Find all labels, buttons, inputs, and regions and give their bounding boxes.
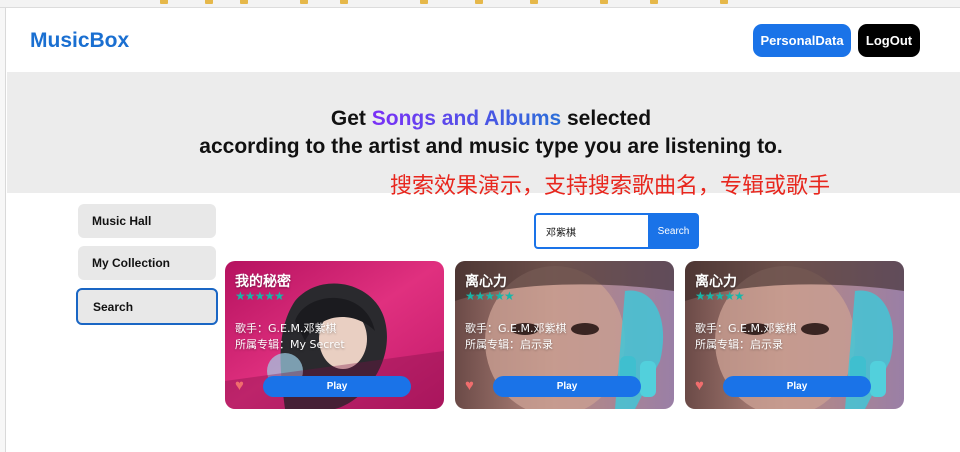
singer-label: 歌手：G.E.M.邓紫棋 [465, 322, 567, 335]
search-button[interactable]: Search [648, 215, 697, 247]
heart-icon[interactable]: ♥ [695, 378, 704, 393]
brand-logo[interactable]: MusicBox [30, 29, 129, 53]
logout-button[interactable]: LogOut [858, 24, 920, 57]
play-button[interactable]: Play [493, 376, 641, 397]
singer-label: 歌手：G.E.M.邓紫棋 [695, 322, 797, 335]
search-input[interactable] [536, 215, 648, 247]
search-bar: Search [534, 213, 699, 249]
browser-bookmarks-bar [0, 0, 960, 8]
song-card[interactable]: 离心力 ★★★★★ 歌手：G.E.M.邓紫棋 所属专辑：启示录 ♥ Play [685, 261, 904, 409]
song-title: 离心力 [465, 274, 507, 290]
sidebar-item-my-collection[interactable]: My Collection [78, 246, 216, 280]
rating-stars-icon: ★★★★★ [695, 289, 745, 303]
song-title: 离心力 [695, 274, 737, 290]
singer-label: 歌手：G.E.M.邓紫棋 [235, 322, 337, 335]
hero-subheadline: according to the artist and music type y… [199, 135, 783, 158]
heart-icon[interactable]: ♥ [235, 378, 244, 393]
hero-headline: Get Songs and Albums selected [330, 107, 652, 130]
top-navbar: MusicBox PersonalData LogOut [7, 8, 960, 72]
play-button[interactable]: Play [723, 376, 871, 397]
album-label: 所属专辑：My Secret [235, 338, 345, 351]
rating-stars-icon: ★★★★★ [465, 289, 515, 303]
song-card[interactable]: 我的秘密 ★★★★★ 歌手：G.E.M.邓紫棋 所属专辑：My Secret ♥… [225, 261, 444, 409]
rating-stars-icon: ★★★★★ [235, 289, 285, 303]
sidebar-item-music-hall[interactable]: Music Hall [78, 204, 216, 238]
hero-highlight: Songs and Albums [371, 107, 562, 130]
album-label: 所属专辑：启示录 [695, 338, 783, 351]
demo-annotation: 搜索效果演示，支持搜索歌曲名，专辑或歌手 [390, 173, 831, 198]
heart-icon[interactable]: ♥ [465, 378, 474, 393]
play-button[interactable]: Play [263, 376, 411, 397]
personal-data-button[interactable]: PersonalData [753, 24, 851, 57]
window-left-edge [0, 8, 6, 452]
song-card[interactable]: 离心力 ★★★★★ 歌手：G.E.M.邓紫棋 所属专辑：启示录 ♥ Play [455, 261, 674, 409]
sidebar-item-search[interactable]: Search [76, 288, 218, 325]
song-title: 我的秘密 [235, 274, 291, 290]
album-label: 所属专辑：启示录 [465, 338, 553, 351]
